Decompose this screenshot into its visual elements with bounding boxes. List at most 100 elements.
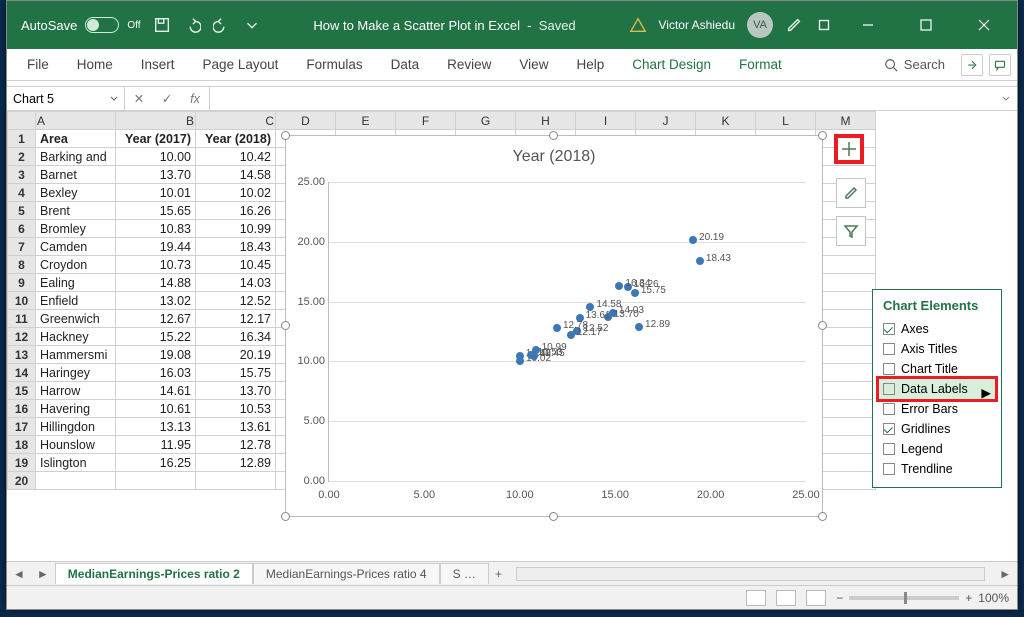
- cell[interactable]: Hounslow: [36, 436, 116, 454]
- cell[interactable]: 16.34: [196, 328, 276, 346]
- data-point[interactable]: [567, 331, 575, 339]
- data-point[interactable]: [689, 236, 697, 244]
- sheet-tab[interactable]: S …: [440, 563, 489, 584]
- alert-icon[interactable]: [629, 16, 647, 34]
- select-all-cell[interactable]: [8, 112, 36, 130]
- row-header[interactable]: 3: [8, 166, 36, 184]
- submenu-arrow-icon[interactable]: ▶: [981, 385, 991, 400]
- cell[interactable]: [36, 472, 116, 490]
- resize-handle[interactable]: [549, 512, 558, 521]
- cell[interactable]: Greenwich: [36, 310, 116, 328]
- chart-element-trendline[interactable]: Trendline: [879, 459, 995, 479]
- resize-handle[interactable]: [281, 512, 290, 521]
- cell[interactable]: 16.25: [116, 454, 196, 472]
- cell[interactable]: 10.73: [116, 256, 196, 274]
- qat-menu-icon[interactable]: [243, 16, 261, 34]
- cell[interactable]: 16.03: [116, 364, 196, 382]
- data-point[interactable]: [635, 323, 643, 331]
- tab-chart-design[interactable]: Chart Design: [618, 51, 725, 78]
- scroll-right-icon[interactable]: ►: [993, 567, 1017, 581]
- column-header-G[interactable]: G: [456, 112, 516, 130]
- cell[interactable]: 14.03: [196, 274, 276, 292]
- cell[interactable]: 10.45: [196, 256, 276, 274]
- redo-icon[interactable]: [213, 16, 231, 34]
- column-header-L[interactable]: L: [756, 112, 816, 130]
- cell[interactable]: [816, 400, 876, 418]
- undo-icon[interactable]: [183, 16, 201, 34]
- tab-file[interactable]: File: [13, 51, 63, 78]
- resize-handle[interactable]: [281, 321, 290, 330]
- cell[interactable]: Ealing: [36, 274, 116, 292]
- row-header[interactable]: 15: [8, 382, 36, 400]
- row-header[interactable]: 9: [8, 274, 36, 292]
- row-header[interactable]: 4: [8, 184, 36, 202]
- data-label[interactable]: 14.58: [596, 299, 621, 310]
- chart-element-legend[interactable]: Legend: [879, 439, 995, 459]
- tab-view[interactable]: View: [505, 51, 562, 78]
- mode-icon[interactable]: [785, 16, 803, 34]
- save-icon[interactable]: [153, 16, 171, 34]
- fx-icon[interactable]: fx: [181, 87, 209, 110]
- row-header[interactable]: 6: [8, 220, 36, 238]
- cell[interactable]: [196, 472, 276, 490]
- column-header-B[interactable]: B: [116, 112, 196, 130]
- toggle-off-icon[interactable]: [85, 17, 119, 33]
- tab-formulas[interactable]: Formulas: [292, 51, 376, 78]
- cell[interactable]: 18.43: [196, 238, 276, 256]
- close-button[interactable]: [961, 1, 1007, 49]
- cell[interactable]: 12.78: [196, 436, 276, 454]
- cell[interactable]: 13.02: [116, 292, 196, 310]
- tab-data[interactable]: Data: [377, 51, 434, 78]
- user-avatar[interactable]: VA: [747, 12, 773, 38]
- cell[interactable]: [816, 436, 876, 454]
- row-header[interactable]: 2: [8, 148, 36, 166]
- column-header-J[interactable]: J: [636, 112, 696, 130]
- checkbox[interactable]: [883, 343, 895, 355]
- checkbox[interactable]: [883, 403, 895, 415]
- chevron-down-icon[interactable]: [110, 95, 118, 103]
- search-box[interactable]: Search: [884, 57, 955, 72]
- data-label[interactable]: 15.75: [641, 285, 666, 296]
- cell[interactable]: Bromley: [36, 220, 116, 238]
- maximize-button[interactable]: [903, 1, 949, 49]
- cell[interactable]: 10.02: [196, 184, 276, 202]
- zoom-out-button[interactable]: −: [836, 591, 843, 605]
- cell[interactable]: [816, 346, 876, 364]
- row-header[interactable]: 5: [8, 202, 36, 220]
- chart-filters-button[interactable]: [836, 216, 866, 246]
- cell[interactable]: 12.52: [196, 292, 276, 310]
- cell[interactable]: 12.17: [196, 310, 276, 328]
- ribbon-options-icon[interactable]: [815, 16, 833, 34]
- chart-element-error-bars[interactable]: Error Bars: [879, 399, 995, 419]
- data-point[interactable]: [516, 357, 524, 365]
- checkbox[interactable]: [883, 363, 895, 375]
- enter-icon[interactable]: ✓: [153, 87, 181, 110]
- cell[interactable]: Area: [36, 130, 116, 148]
- cell[interactable]: [816, 292, 876, 310]
- cell[interactable]: 14.88: [116, 274, 196, 292]
- cell[interactable]: Year (2018): [196, 130, 276, 148]
- cell[interactable]: 10.99: [196, 220, 276, 238]
- resize-handle[interactable]: [818, 321, 827, 330]
- name-box[interactable]: Chart 5: [7, 87, 125, 110]
- cell[interactable]: Islington: [36, 454, 116, 472]
- cell[interactable]: Havering: [36, 400, 116, 418]
- column-header-H[interactable]: H: [516, 112, 576, 130]
- cell[interactable]: 10.83: [116, 220, 196, 238]
- cell[interactable]: Enfield: [36, 292, 116, 310]
- cell[interactable]: 19.08: [116, 346, 196, 364]
- data-label[interactable]: 12.89: [645, 319, 670, 330]
- tab-insert[interactable]: Insert: [127, 51, 189, 78]
- row-header[interactable]: 11: [8, 310, 36, 328]
- cell[interactable]: 10.01: [116, 184, 196, 202]
- cell[interactable]: 15.22: [116, 328, 196, 346]
- cell[interactable]: Hillingdon: [36, 418, 116, 436]
- zoom-control[interactable]: − + 100%: [836, 591, 1009, 605]
- sheet-nav-next[interactable]: ►: [31, 567, 55, 581]
- column-header-D[interactable]: D: [276, 112, 336, 130]
- data-label[interactable]: 12.78: [563, 320, 588, 331]
- cell[interactable]: 12.67: [116, 310, 196, 328]
- cell[interactable]: 13.70: [196, 382, 276, 400]
- cell[interactable]: 14.58: [196, 166, 276, 184]
- cell[interactable]: 13.70: [116, 166, 196, 184]
